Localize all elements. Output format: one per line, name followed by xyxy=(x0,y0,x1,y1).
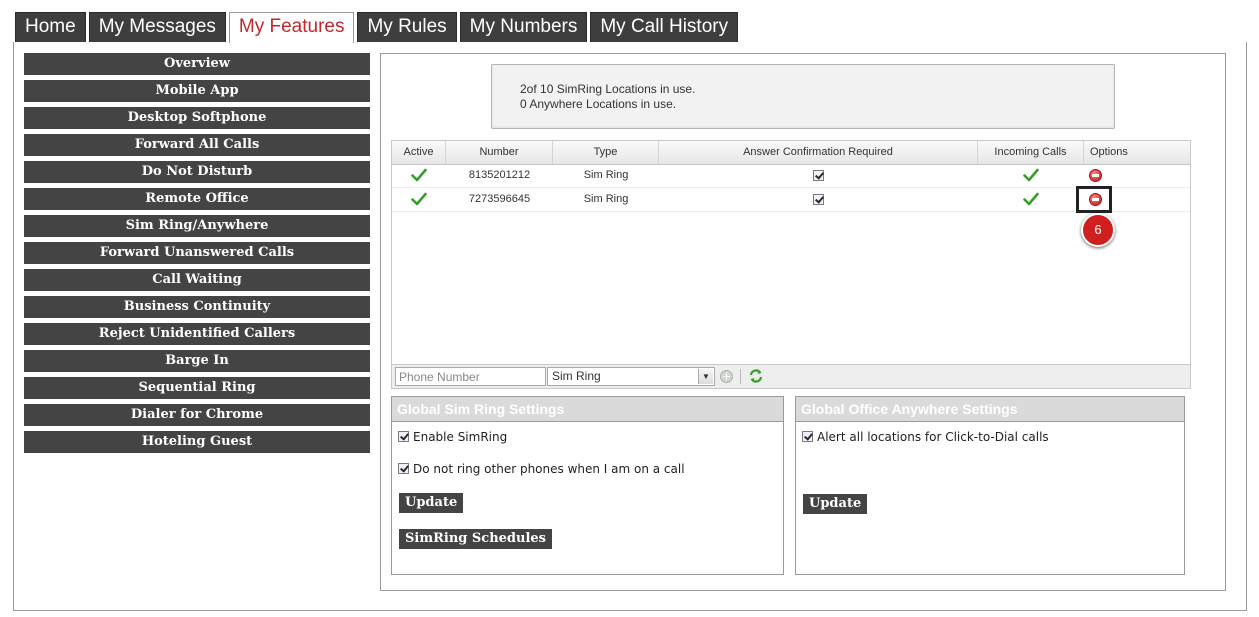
remove-icon[interactable] xyxy=(1088,168,1102,182)
tab-my-numbers[interactable]: My Numbers xyxy=(459,12,588,42)
do-not-ring-option[interactable]: Do not ring other phones when I am on a … xyxy=(398,462,685,476)
usage-info-box: 2of 10 SimRing Locations in use. 0 Anywh… xyxy=(491,64,1115,129)
add-icon[interactable] xyxy=(720,370,733,383)
sidebar-item-desktop-softphone[interactable]: Desktop Softphone xyxy=(24,107,370,129)
column-header-type[interactable]: Type xyxy=(553,141,659,164)
location-type-select[interactable]: Sim Ring ▼ xyxy=(547,367,715,386)
answer-confirmation-cell xyxy=(659,164,978,187)
sidebar-item-mobile-app[interactable]: Mobile App xyxy=(24,80,370,102)
sidebar-item-dialer-for-chrome[interactable]: Dialer for Chrome xyxy=(24,404,370,426)
location-type-value: Sim Ring xyxy=(552,369,601,383)
simring-usage-text: 2of 10 SimRing Locations in use. xyxy=(520,82,696,96)
refresh-icon[interactable] xyxy=(748,368,764,384)
panel-title: Global Office Anywhere Settings xyxy=(796,397,1184,422)
table-row[interactable]: 7273596645 Sim Ring xyxy=(392,188,1190,212)
table-header: Active Number Type Answer Confirmation R… xyxy=(392,141,1190,165)
answer-confirmation-checkbox[interactable] xyxy=(813,193,824,205)
sidebar-item-hoteling-guest[interactable]: Hoteling Guest xyxy=(24,431,370,453)
do-not-ring-label: Do not ring other phones when I am on a … xyxy=(413,462,685,476)
column-header-active[interactable]: Active xyxy=(392,141,446,164)
number-cell: 7273596645 xyxy=(468,193,531,205)
sidebar-item-remote-office[interactable]: Remote Office xyxy=(24,188,370,210)
step-badge: 6 xyxy=(1081,213,1115,247)
column-header-options[interactable]: Options xyxy=(1084,141,1190,164)
phone-number-input[interactable] xyxy=(395,367,546,386)
sidebar-item-forward-unanswered-calls[interactable]: Forward Unanswered Calls xyxy=(24,242,370,264)
enable-simring-option[interactable]: Enable SimRing xyxy=(398,430,507,444)
callout-highlight-box xyxy=(1076,186,1112,213)
column-header-number[interactable]: Number xyxy=(446,141,553,164)
type-cell: Sim Ring xyxy=(583,169,629,181)
sidebar-item-sim-ring-anywhere[interactable]: Sim Ring/Anywhere xyxy=(24,215,370,237)
anywhere-update-button[interactable]: Update xyxy=(803,494,868,514)
simring-update-button[interactable]: Update xyxy=(399,493,464,513)
alert-all-locations-checkbox[interactable] xyxy=(802,431,813,442)
active-cell xyxy=(392,188,446,211)
type-cell: Sim Ring xyxy=(583,193,629,205)
tab-my-rules[interactable]: My Rules xyxy=(357,12,457,42)
alert-all-locations-option[interactable]: Alert all locations for Click-to-Dial ca… xyxy=(802,430,1049,444)
table-row[interactable]: 8135201212 Sim Ring xyxy=(392,164,1190,188)
tab-my-call-history[interactable]: My Call History xyxy=(590,12,739,42)
incoming-calls-cell xyxy=(978,188,1084,211)
main-tabs: Home My Messages My Features My Rules My… xyxy=(15,12,739,43)
answer-confirmation-cell xyxy=(659,188,978,211)
global-anywhere-settings-panel: Global Office Anywhere Settings Alert al… xyxy=(795,396,1185,575)
number-cell: 8135201212 xyxy=(468,169,531,181)
toolbar-separator xyxy=(740,369,741,384)
sidebar-item-reject-unidentified-callers[interactable]: Reject Unidentified Callers xyxy=(24,323,370,345)
anywhere-usage-text: 0 Anywhere Locations in use. xyxy=(520,97,677,111)
sidebar-item-overview[interactable]: Overview xyxy=(24,53,370,75)
chevron-down-icon: ▼ xyxy=(698,369,713,384)
active-cell xyxy=(392,164,446,187)
enable-simring-label: Enable SimRing xyxy=(413,430,508,444)
column-header-incoming-calls[interactable]: Incoming Calls xyxy=(978,141,1084,164)
tab-my-messages[interactable]: My Messages xyxy=(88,12,226,42)
tab-my-features[interactable]: My Features xyxy=(228,12,355,43)
answer-confirmation-checkbox[interactable] xyxy=(813,169,824,181)
global-simring-settings-panel: Global Sim Ring Settings Enable SimRing … xyxy=(391,396,784,575)
sidebar-item-call-waiting[interactable]: Call Waiting xyxy=(24,269,370,291)
do-not-ring-checkbox[interactable] xyxy=(398,463,409,474)
add-location-toolbar: Sim Ring ▼ xyxy=(392,364,1190,388)
locations-table: Active Number Type Answer Confirmation R… xyxy=(391,140,1191,389)
enable-simring-checkbox[interactable] xyxy=(398,431,409,442)
sidebar-item-sequential-ring[interactable]: Sequential Ring xyxy=(24,377,370,399)
feature-sidebar: Overview Mobile App Desktop Softphone Fo… xyxy=(24,53,370,458)
column-header-answer-confirmation[interactable]: Answer Confirmation Required xyxy=(659,141,978,164)
simring-schedules-button[interactable]: SimRing Schedules xyxy=(399,529,552,549)
alert-all-locations-label: Alert all locations for Click-to-Dial ca… xyxy=(817,430,1049,444)
tab-home[interactable]: Home xyxy=(15,12,86,42)
sidebar-item-business-continuity[interactable]: Business Continuity xyxy=(24,296,370,318)
check-icon xyxy=(411,168,427,182)
sidebar-item-do-not-disturb[interactable]: Do Not Disturb xyxy=(24,161,370,183)
incoming-calls-cell xyxy=(978,164,1084,187)
check-icon xyxy=(411,192,427,206)
sidebar-item-forward-all-calls[interactable]: Forward All Calls xyxy=(24,134,370,156)
options-cell xyxy=(1084,164,1106,187)
panel-title: Global Sim Ring Settings xyxy=(392,397,783,422)
check-icon xyxy=(1023,192,1039,206)
check-icon xyxy=(1023,168,1039,182)
sidebar-item-barge-in[interactable]: Barge In xyxy=(24,350,370,372)
